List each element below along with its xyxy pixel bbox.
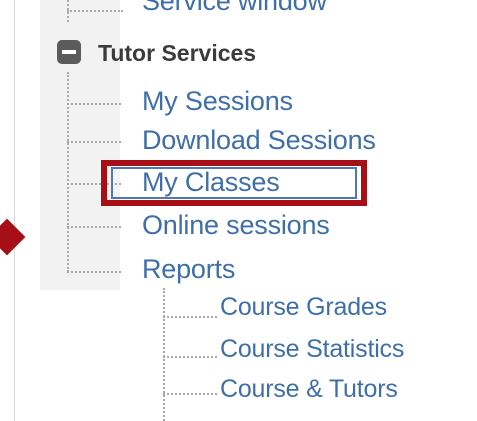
tree-item-online-sessions[interactable]: Online sessions [142, 210, 330, 240]
tree-item-my-sessions[interactable]: My Sessions [142, 86, 293, 116]
tree-item-course-and-tutors[interactable]: Course & Tutors [220, 374, 398, 404]
tree-line [67, 72, 69, 272]
tree-line [163, 316, 217, 318]
tree-line [67, 103, 121, 105]
selection-outline [111, 167, 357, 199]
tree-item-service-window[interactable]: Service window [142, 0, 327, 16]
tree-line [163, 288, 165, 421]
tree-line [67, 10, 123, 12]
tree-line [163, 393, 217, 395]
tree-item-course-grades[interactable]: Course Grades [220, 292, 387, 322]
tree-line [67, 226, 121, 228]
tree-item-course-statistics[interactable]: Course Statistics [220, 334, 404, 364]
tree-item-reports[interactable]: Reports [142, 254, 235, 284]
minus-box-icon[interactable] [57, 40, 81, 64]
tree-line [67, 271, 121, 273]
tree-line [67, 141, 121, 143]
left-border [0, 0, 15, 421]
tree-line [163, 356, 217, 358]
tree-group-tutor-services[interactable]: Tutor Services [98, 40, 256, 66]
tree-item-download-sessions[interactable]: Download Sessions [142, 125, 376, 155]
